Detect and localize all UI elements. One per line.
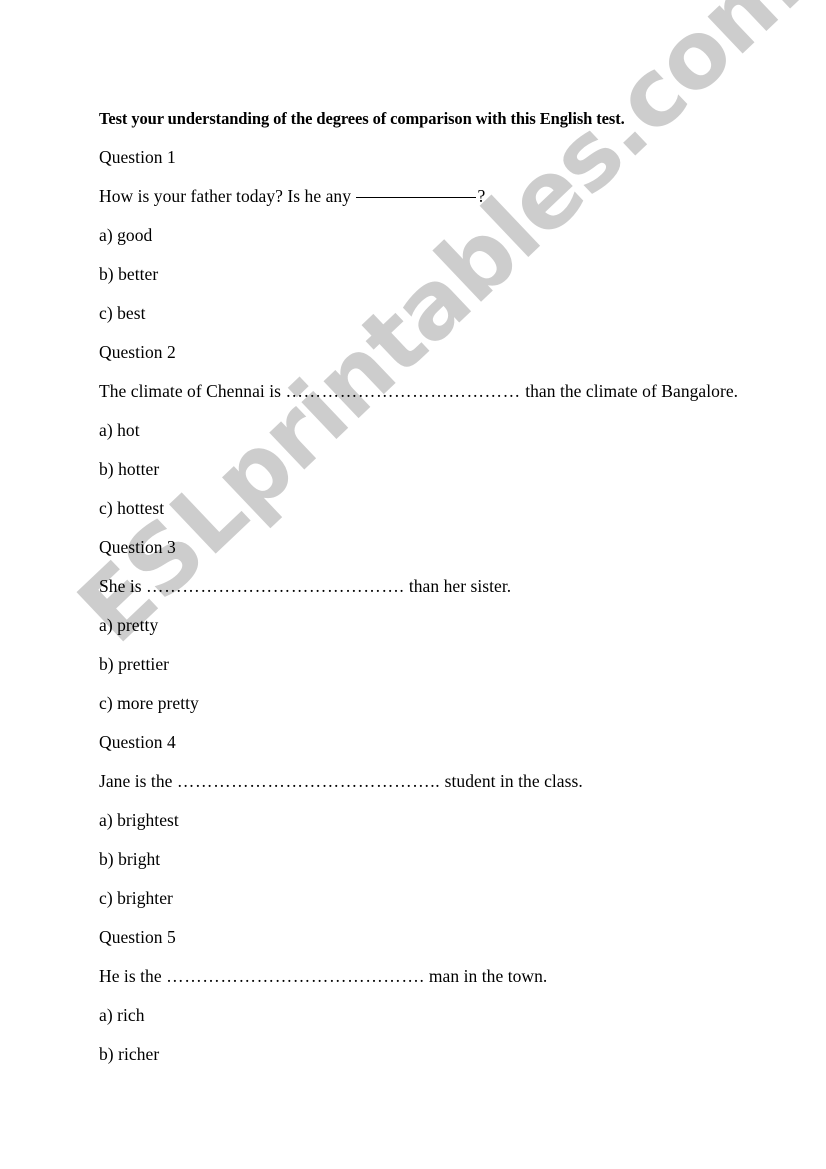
question-5-prompt-text: He is the bbox=[99, 966, 167, 986]
answer-blank-dots: …………………………………….. bbox=[176, 771, 441, 791]
question-2-prompt-text: The climate of Chennai is bbox=[99, 381, 286, 401]
question-4-label: Question 4 bbox=[99, 732, 176, 752]
question-3-option-b: b) prettier bbox=[99, 654, 170, 674]
question-3-option-c: c) more pretty bbox=[99, 693, 199, 713]
question-1-label: Question 1 bbox=[99, 147, 176, 167]
question-5-option-b: b) richer bbox=[99, 1044, 160, 1064]
question-1-prompt-tail: ? bbox=[477, 186, 486, 206]
question-2-option-a: a) hot bbox=[99, 420, 140, 440]
question-3-prompt-tail: than her sister. bbox=[404, 576, 512, 596]
question-1-prompt: How is your father today? Is he any ? bbox=[99, 177, 759, 216]
question-4-prompt: Jane is the …………………………………….. student in … bbox=[99, 762, 759, 801]
answer-blank-dots: ……………………………………. bbox=[166, 966, 425, 986]
question-1-option-c: c) best bbox=[99, 303, 146, 323]
question-3-label: Question 3 bbox=[99, 537, 176, 557]
answer-blank-dots: ………………………………… bbox=[285, 381, 521, 401]
question-5-prompt-tail: man in the town. bbox=[424, 966, 548, 986]
question-5-prompt: He is the ……………………………………. man in the tow… bbox=[99, 957, 759, 996]
question-3-option-a: a) pretty bbox=[99, 615, 159, 635]
question-1-prompt-text: How is your father today? Is he any bbox=[99, 186, 356, 206]
question-4-option-a: a) brightest bbox=[99, 810, 179, 830]
worksheet-content: Test your understanding of the degrees o… bbox=[99, 99, 759, 1074]
question-4-prompt-tail: student in the class. bbox=[440, 771, 583, 791]
question-2-label: Question 2 bbox=[99, 342, 176, 362]
question-2-prompt-tail: than the climate of Bangalore. bbox=[520, 381, 739, 401]
worksheet-page: ESLprintables.com Test your understandin… bbox=[0, 0, 826, 1169]
question-3-prompt-text: She is bbox=[99, 576, 147, 596]
question-2-prompt: The climate of Chennai is ………………………………… … bbox=[99, 372, 759, 411]
question-4-option-c: c) brighter bbox=[99, 888, 173, 908]
question-1-option-a: a) good bbox=[99, 225, 153, 245]
question-5-option-a: a) rich bbox=[99, 1005, 145, 1025]
answer-blank-rule bbox=[356, 197, 477, 198]
question-5-label: Question 5 bbox=[99, 927, 176, 947]
question-2-option-c: c) hottest bbox=[99, 498, 165, 518]
question-3-prompt: She is ……………………………………. than her sister. bbox=[99, 567, 759, 606]
answer-blank-dots: ……………………………………. bbox=[146, 576, 405, 596]
question-1-option-b: b) better bbox=[99, 264, 159, 284]
worksheet-title: Test your understanding of the degrees o… bbox=[99, 109, 625, 128]
question-4-option-b: b) bright bbox=[99, 849, 161, 869]
question-4-prompt-text: Jane is the bbox=[99, 771, 177, 791]
question-2-option-b: b) hotter bbox=[99, 459, 160, 479]
